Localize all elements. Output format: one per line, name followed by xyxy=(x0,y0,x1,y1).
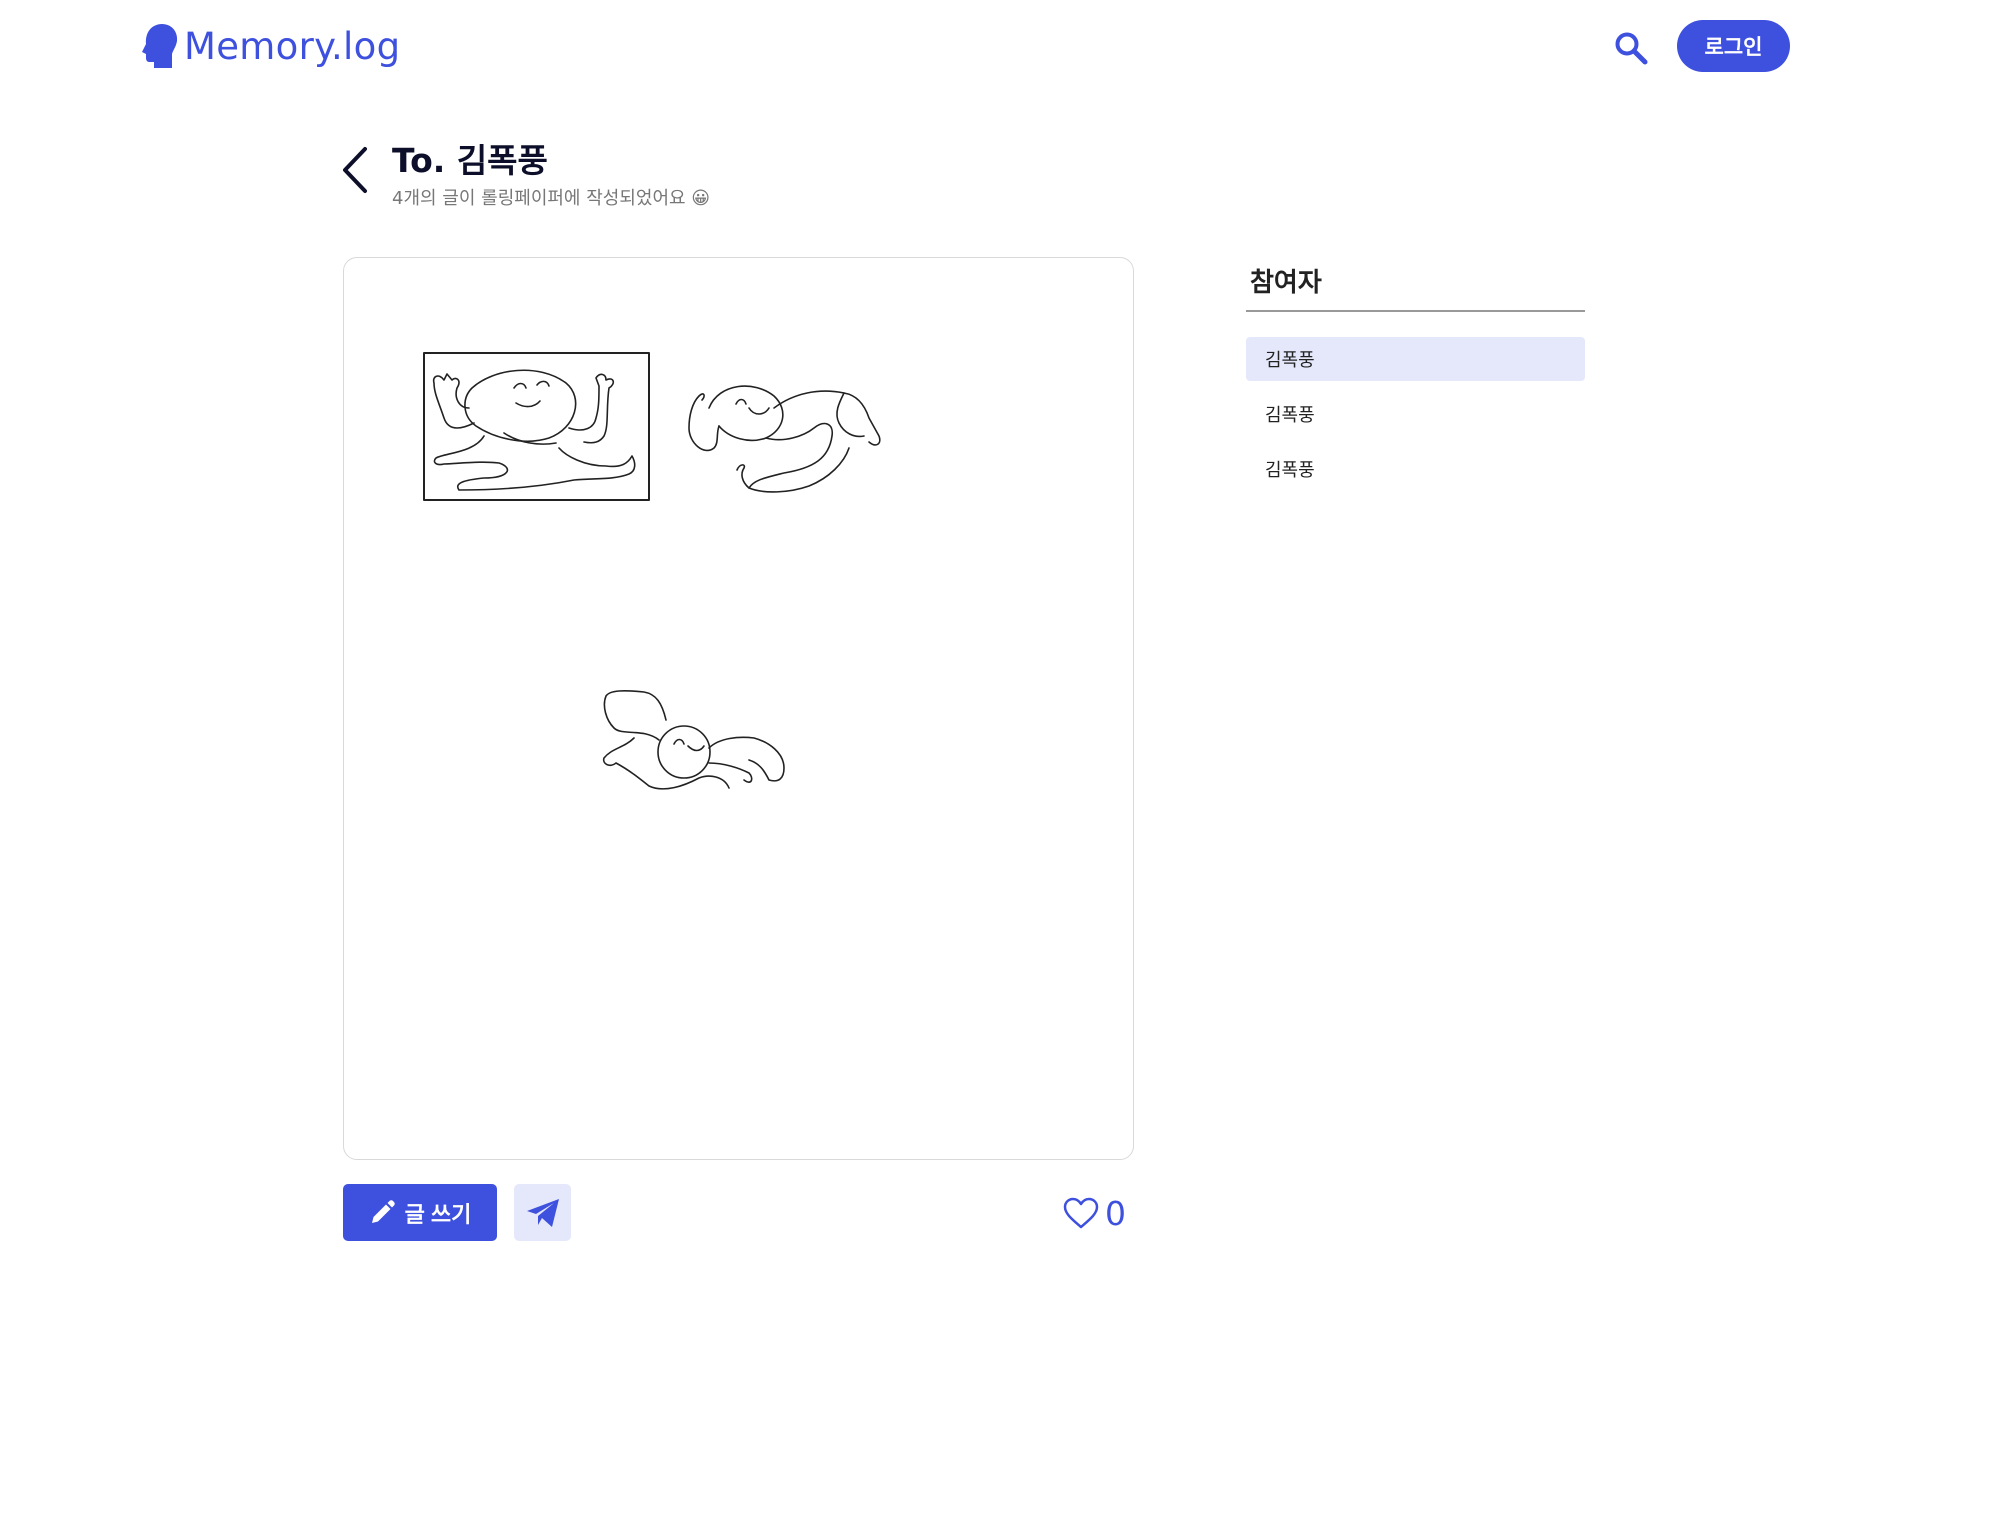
doodle-figure-framed[interactable] xyxy=(423,352,650,501)
pencil-icon xyxy=(371,1199,395,1223)
heart-outline-icon xyxy=(1063,1197,1099,1229)
participant-item[interactable]: 김폭풍 xyxy=(1246,392,1585,436)
divider xyxy=(1246,310,1585,312)
top-navbar: Memory.log 로그인 xyxy=(0,0,2000,92)
doodle-figure-running[interactable] xyxy=(602,690,785,790)
rolling-paper-board[interactable] xyxy=(343,257,1134,1160)
search-icon xyxy=(1615,32,1648,65)
write-button[interactable]: 글 쓰기 xyxy=(343,1184,497,1241)
back-button[interactable] xyxy=(336,142,376,198)
page-title: To. 김폭풍 xyxy=(392,141,548,180)
participant-item[interactable]: 김폭풍 xyxy=(1246,447,1585,491)
search-button[interactable] xyxy=(1609,26,1653,70)
participant-item[interactable]: 김폭풍 xyxy=(1246,337,1585,381)
page-subtitle: 4개의 글이 롤링페이퍼에 작성되었어요 😀 xyxy=(392,188,711,209)
login-button[interactable]: 로그인 xyxy=(1677,20,1790,72)
chevron-left-icon xyxy=(343,147,367,193)
logo-text: Memory.log xyxy=(184,24,401,68)
like-count: 0 xyxy=(1105,1193,1126,1233)
paper-plane-icon xyxy=(526,1198,559,1227)
send-button[interactable] xyxy=(514,1184,571,1241)
participant-list: 김폭풍 김폭풍 김폭풍 xyxy=(1246,337,1585,502)
doodle-figure-swirl[interactable] xyxy=(688,385,881,493)
head-silhouette-icon xyxy=(142,24,178,68)
like-button[interactable]: 0 xyxy=(1063,1192,1126,1234)
logo-link[interactable]: Memory.log xyxy=(140,18,400,74)
board-canvas xyxy=(423,352,881,790)
participants-heading: 참여자 xyxy=(1250,268,1322,298)
write-button-label: 글 쓰기 xyxy=(404,1201,472,1227)
